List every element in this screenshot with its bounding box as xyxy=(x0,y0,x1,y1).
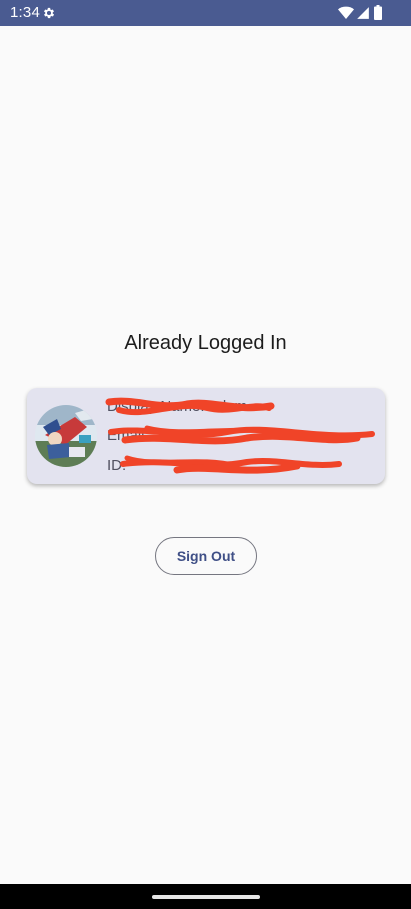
profile-card: Display Name: Adam Email: ID: xyxy=(27,388,385,484)
status-bar: 1:34 xyxy=(0,0,411,26)
wifi-icon xyxy=(338,6,354,20)
page-title: Already Logged In xyxy=(124,332,287,354)
battery-icon xyxy=(374,5,382,20)
display-name-text: Display Name: Adam xyxy=(107,398,248,415)
sign-out-button[interactable]: Sign Out xyxy=(155,537,257,575)
email-text: Email: xyxy=(107,427,149,444)
screen: 1:34 Already Logged In Display Name: Ada… xyxy=(0,0,411,909)
avatar xyxy=(35,405,97,467)
gear-icon xyxy=(43,7,55,19)
home-indicator[interactable] xyxy=(152,895,260,899)
id-text: ID: xyxy=(107,457,127,474)
signal-icon xyxy=(357,7,369,19)
navigation-bar xyxy=(0,884,411,909)
status-time: 1:34 xyxy=(10,4,40,21)
